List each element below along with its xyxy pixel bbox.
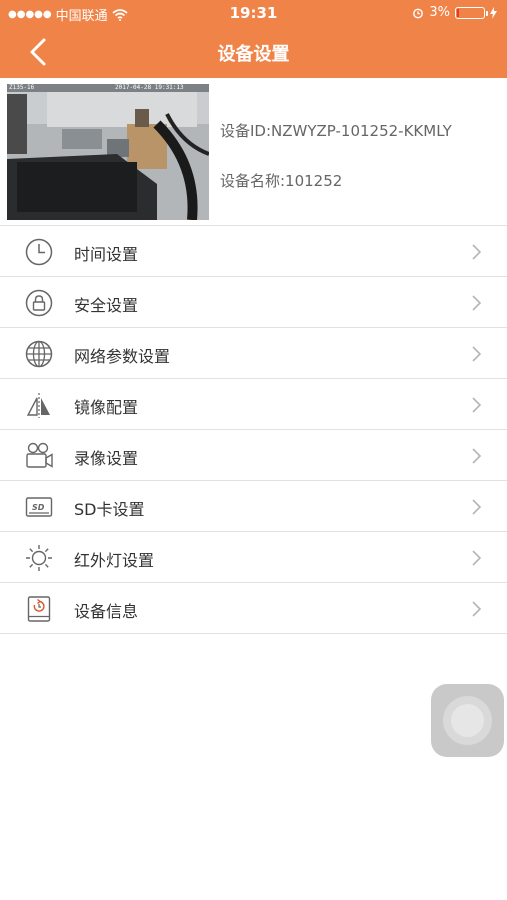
menu-item-label: SD卡设置 [74, 500, 145, 519]
menu-item-label: 设备信息 [74, 602, 139, 621]
sd-card-icon: SD [25, 497, 53, 517]
battery-icon [455, 6, 488, 19]
menu-item-label: 录像设置 [74, 449, 139, 468]
chevron-right-icon [472, 397, 482, 413]
chevron-right-icon [472, 448, 482, 464]
menu-item-label: 时间设置 [74, 245, 139, 264]
menu-item-recording-settings[interactable]: 录像设置 [0, 430, 507, 481]
thumb-overlay-left: Z135-16 [9, 84, 35, 91]
menu-item-security-settings[interactable]: 安全设置 [0, 277, 507, 328]
device-name: 设备名称:101252 [220, 172, 343, 190]
video-camera-icon [26, 442, 53, 468]
device-card: Z135-16 2017-04-28 19:31:13 设备ID:NZWYZP-… [0, 78, 507, 226]
device-info-icon [27, 596, 51, 622]
header: ●●●●● 中国联通 19:31 3% 设备设置 [0, 0, 507, 78]
menu-item-sd-card-settings[interactable]: SD SD卡设置 [0, 481, 507, 532]
lock-icon [25, 289, 53, 317]
globe-icon [25, 340, 53, 368]
menu-item-label: 安全设置 [74, 296, 139, 315]
assistive-touch-button[interactable] [431, 684, 504, 757]
nav-bar: 设备设置 [0, 26, 507, 78]
menu-item-time-settings[interactable]: 时间设置 [0, 226, 507, 277]
chevron-right-icon [472, 601, 482, 617]
svg-text:SD: SD [32, 503, 45, 512]
charging-icon [490, 6, 497, 19]
camera-preview[interactable]: Z135-16 2017-04-28 19:31:13 [7, 84, 209, 220]
chevron-right-icon [472, 499, 482, 515]
chevron-right-icon [472, 244, 482, 260]
device-id: 设备ID:NZWYZP-101252-KKMLY [220, 122, 452, 140]
status-bar: ●●●●● 中国联通 19:31 3% [0, 0, 507, 26]
battery-percent: 3% [429, 5, 450, 20]
menu-item-label: 镜像配置 [74, 398, 139, 417]
thumb-overlay-time: 2017-04-28 19:31:13 [115, 84, 184, 91]
page-title: 设备设置 [217, 44, 290, 65]
chevron-right-icon [472, 346, 482, 362]
status-right: 3% [412, 5, 497, 20]
sun-icon [26, 545, 52, 571]
chevron-right-icon [472, 295, 482, 311]
menu-item-label: 红外灯设置 [74, 551, 155, 570]
alarm-icon [413, 8, 424, 18]
menu-item-label: 网络参数设置 [74, 347, 171, 366]
chevron-right-icon [472, 550, 482, 566]
camera-snapshot-image [7, 84, 209, 220]
clock-icon [25, 238, 53, 266]
settings-list: 时间设置 安全设置 网络参数设置 镜像配置 录像设置 SD SD卡设置 红外灯设… [0, 226, 507, 634]
menu-item-network-settings[interactable]: 网络参数设置 [0, 328, 507, 379]
menu-item-infrared-settings[interactable]: 红外灯设置 [0, 532, 507, 583]
menu-item-device-info[interactable]: 设备信息 [0, 583, 507, 634]
mirror-icon [26, 393, 50, 418]
menu-item-mirror-config[interactable]: 镜像配置 [0, 379, 507, 430]
